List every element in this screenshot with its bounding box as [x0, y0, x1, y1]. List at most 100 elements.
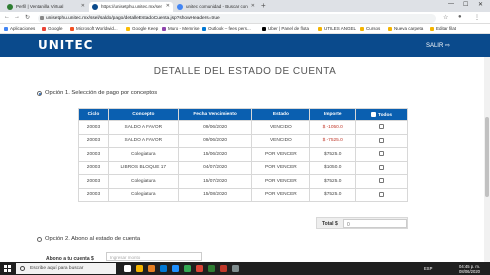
bookmark-item[interactable]: Uber | Panel de flota	[262, 26, 309, 31]
reload-icon[interactable]: ↻	[25, 14, 30, 21]
select-all-checkbox[interactable]	[371, 111, 377, 117]
row-checkbox[interactable]	[379, 151, 385, 157]
scrollbar-thumb[interactable]	[485, 117, 489, 197]
app-icon[interactable]	[208, 265, 215, 272]
option2-radio[interactable]	[37, 237, 42, 242]
close-tab-icon[interactable]: ✕	[166, 3, 170, 9]
cell-ciclo: 20003	[78, 187, 109, 202]
folder-icon	[388, 26, 392, 31]
option1-radio[interactable]	[37, 91, 42, 96]
col-importe: Importe	[309, 108, 357, 121]
bookmark-folder[interactable]: Nueva carpeta	[388, 26, 423, 31]
cell-ciclo: 20003	[78, 147, 109, 162]
row-checkbox[interactable]	[379, 164, 385, 170]
cell-estado: POR VENCER	[251, 174, 311, 189]
bookmark-folder[interactable]: Cursos	[360, 26, 380, 31]
bookmark-folder[interactable]: Editar filat	[430, 26, 456, 31]
tab-favicon-icon	[177, 4, 183, 10]
page-scrollbar[interactable]	[484, 57, 490, 262]
back-arrow-icon[interactable]: ←	[4, 14, 10, 20]
app-icon[interactable]	[196, 265, 203, 272]
browser-tab-perfil[interactable]: Perfil | Ventanilla Virtual ✕	[4, 2, 88, 12]
option2-label: Opción 2. Abono al estado de cuenta	[45, 236, 141, 242]
cell-fecha: 15/06/2020	[177, 147, 253, 162]
store-icon[interactable]	[148, 265, 155, 272]
folder-icon	[430, 26, 434, 31]
edge-icon[interactable]	[172, 265, 179, 272]
browser-tab-search[interactable]: unitec comunidad - Buscar con ✕	[174, 2, 258, 12]
app-icon[interactable]	[220, 265, 227, 272]
bookmark-folder[interactable]: UTILES ANGEL	[318, 26, 356, 31]
cell-estado: POR VENCER	[251, 160, 311, 175]
tab-title: https://unisetphu.unitec.mx/ser	[101, 4, 163, 9]
google-icon	[42, 26, 46, 31]
cell-importe: $ -7525.0	[309, 133, 357, 148]
table-row: 20003 Colegiatura 15/06/2020 POR VENCER …	[78, 147, 408, 162]
table-header-row: Ciclo Concepto Fecha Vencimiento Estado …	[78, 108, 408, 121]
new-tab-button[interactable]: +	[261, 1, 266, 10]
col-fecha: Fecha Vencimiento	[177, 108, 253, 121]
file-explorer-icon[interactable]	[136, 265, 143, 272]
chrome-icon[interactable]	[184, 265, 191, 272]
concepts-table: Ciclo Concepto Fecha Vencimiento Estado …	[78, 108, 408, 202]
abono-amount-input[interactable]: Ingresar monto	[106, 252, 202, 261]
windows-start-icon[interactable]	[4, 265, 11, 272]
bookmark-item[interactable]: Google	[42, 26, 63, 31]
taskbar-search-input[interactable]: Escribe aquí para buscar	[16, 263, 116, 274]
maximize-button[interactable]: ☐	[463, 1, 468, 8]
table-row: 20003 LIBROS BLOQUE 17 04/07/2020 POR VE…	[78, 160, 408, 175]
minimize-button[interactable]: —	[448, 1, 454, 7]
col-estado: Estado	[251, 108, 311, 121]
cell-ciclo: 20003	[78, 160, 109, 175]
bookmark-star-icon[interactable]: ☆	[443, 14, 448, 21]
cell-concepto: Colegiatura	[107, 147, 179, 162]
tab-favicon-icon	[92, 4, 98, 10]
total-label: Total $	[322, 221, 338, 227]
clock[interactable]: 04:45 p. m. 08/06/2020	[444, 264, 480, 274]
url-field[interactable]: unisetphu.unitec.mx/ssel/saldo/pago/deta…	[38, 13, 436, 23]
keep-icon	[126, 26, 130, 31]
language-indicator[interactable]: ESP	[424, 266, 432, 271]
cell-ciclo: 20003	[78, 120, 109, 135]
close-tab-icon[interactable]: ✕	[81, 3, 85, 9]
cell-concepto: Colegiatura	[107, 187, 179, 202]
table-row: 20003 Colegiatura 15/08/2020 POR VENCER …	[78, 187, 408, 202]
col-todos: Todos	[355, 108, 408, 121]
menu-dots-icon[interactable]: ⋮	[474, 14, 480, 21]
page-title: DETALLE DEL ESTADO DE CUENTA	[153, 66, 337, 77]
profile-avatar-icon[interactable]: ●	[458, 14, 462, 20]
cell-select	[355, 133, 408, 148]
bookmark-item[interactable]: Muro - Memrise	[162, 26, 200, 31]
bookmark-item[interactable]: Microsoft Worldwid...	[70, 26, 118, 31]
tab-favicon-icon	[7, 4, 13, 10]
bookmark-item[interactable]: Google Keep	[126, 26, 158, 31]
close-window-button[interactable]: ✕	[478, 1, 483, 8]
mail-icon[interactable]	[160, 265, 167, 272]
address-bar-row: ← → ↻ unisetphu.unitec.mx/ssel/saldo/pag…	[0, 12, 490, 24]
browser-tab-unisetphu[interactable]: https://unisetphu.unitec.mx/ser ✕	[89, 2, 173, 12]
folder-icon	[360, 26, 364, 31]
forward-arrow-icon[interactable]: →	[14, 14, 20, 20]
tab-title: Perfil | Ventanilla Virtual	[16, 4, 64, 9]
outlook-icon	[202, 26, 206, 31]
cell-select	[355, 120, 408, 135]
row-checkbox[interactable]	[379, 178, 385, 184]
bookmark-item[interactable]: Outlook – fees pers...	[202, 26, 251, 31]
cell-estado: VENCIDO	[251, 133, 311, 148]
row-checkbox[interactable]	[379, 191, 385, 197]
search-icon	[20, 265, 25, 271]
bookmark-item[interactable]: Aplicaciones	[4, 26, 35, 31]
total-box: Total $ 0	[316, 217, 408, 229]
table-row: 20003 SALDO A FAVOR 09/06/2020 VENCIDO $…	[78, 120, 408, 135]
task-view-icon[interactable]	[124, 265, 131, 272]
windows-taskbar: Escribe aquí para buscar ESP 04:45 p. m.…	[0, 262, 490, 275]
cell-importe: $7525.0	[309, 147, 357, 162]
logout-button[interactable]: SALIR ⇨	[426, 42, 450, 49]
row-checkbox[interactable]	[379, 124, 385, 130]
row-checkbox[interactable]	[379, 137, 385, 143]
close-tab-icon[interactable]: ✕	[251, 3, 255, 9]
total-value: 0	[343, 219, 407, 228]
app-icon[interactable]	[232, 265, 239, 272]
microsoft-icon	[70, 26, 74, 31]
cell-fecha: 09/06/2020	[177, 133, 253, 148]
